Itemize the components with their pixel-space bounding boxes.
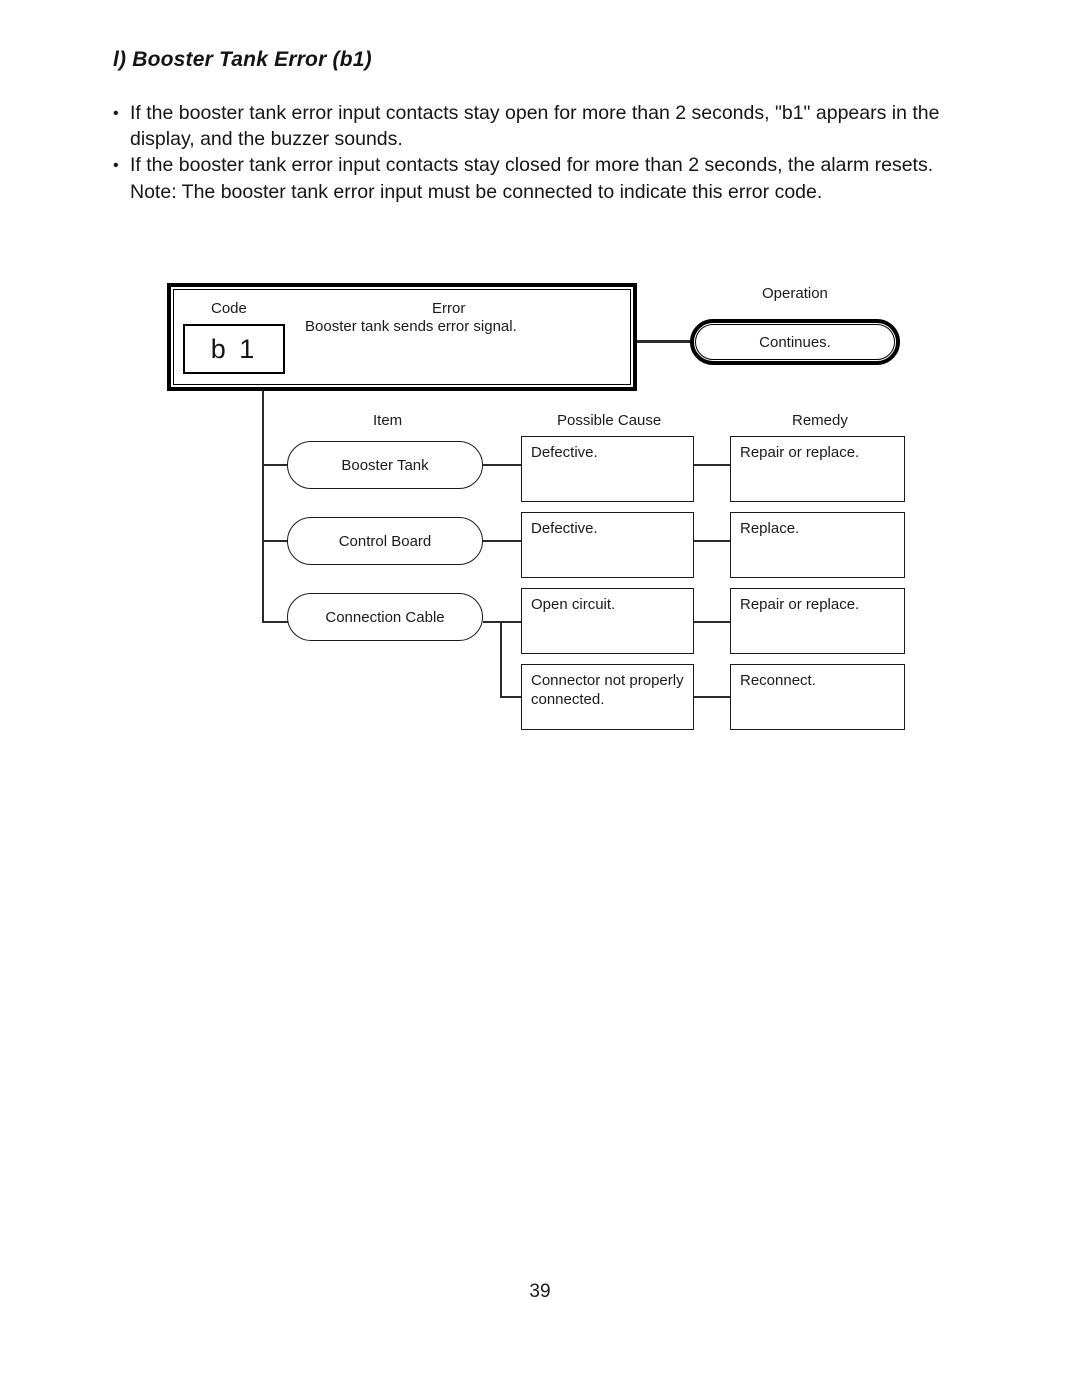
- connector-cause-3-to-remedy-3: [694, 621, 731, 623]
- connector-branch-vertical: [500, 621, 502, 697]
- connector-code-to-operation: [637, 340, 693, 343]
- connector-cause-4-to-remedy-4: [694, 696, 731, 698]
- connector-trunk-to-item-3: [262, 621, 288, 623]
- remedy-column-header: Remedy: [792, 412, 848, 429]
- connector-cause-1-to-remedy-1: [694, 464, 731, 466]
- item-column-header: Item: [373, 412, 403, 429]
- remedy-box: Replace.: [730, 512, 905, 578]
- connector-trunk-vertical: [262, 391, 264, 622]
- error-description: Booster tank sends error signal.: [305, 318, 517, 335]
- error-code-diagram: Code Error b 1 Booster tank sends error …: [0, 0, 1080, 1397]
- operation-column-header: Operation: [762, 285, 828, 302]
- error-column-header: Error: [432, 300, 466, 317]
- connector-trunk-to-item-1: [262, 464, 288, 466]
- cause-box: Defective.: [521, 512, 694, 578]
- connector-item-3-to-branch: [483, 621, 501, 623]
- item-pill-control-board: Control Board: [287, 517, 483, 565]
- item-pill-booster-tank: Booster Tank: [287, 441, 483, 489]
- remedy-box: Repair or replace.: [730, 436, 905, 502]
- connector-trunk-to-item-2: [262, 540, 288, 542]
- remedy-box: Reconnect.: [730, 664, 905, 730]
- cause-box: Open circuit.: [521, 588, 694, 654]
- cause-box: Connector not properly connected.: [521, 664, 694, 730]
- remedy-box: Repair or replace.: [730, 588, 905, 654]
- item-pill-connection-cable: Connection Cable: [287, 593, 483, 641]
- connector-branch-to-cause-4: [500, 696, 522, 698]
- code-column-header: Code: [211, 300, 247, 317]
- connector-item-1-to-cause-1: [483, 464, 522, 466]
- connector-cause-2-to-remedy-2: [694, 540, 731, 542]
- operation-value-label: Continues.: [695, 324, 895, 360]
- connector-branch-to-cause-3: [500, 621, 522, 623]
- possible-cause-column-header: Possible Cause: [557, 412, 662, 429]
- connector-item-2-to-cause-2: [483, 540, 522, 542]
- operation-value-pill: Continues.: [690, 319, 900, 365]
- code-value-box: b 1: [183, 324, 285, 374]
- page-number: 39: [529, 1281, 551, 1302]
- cause-box: Defective.: [521, 436, 694, 502]
